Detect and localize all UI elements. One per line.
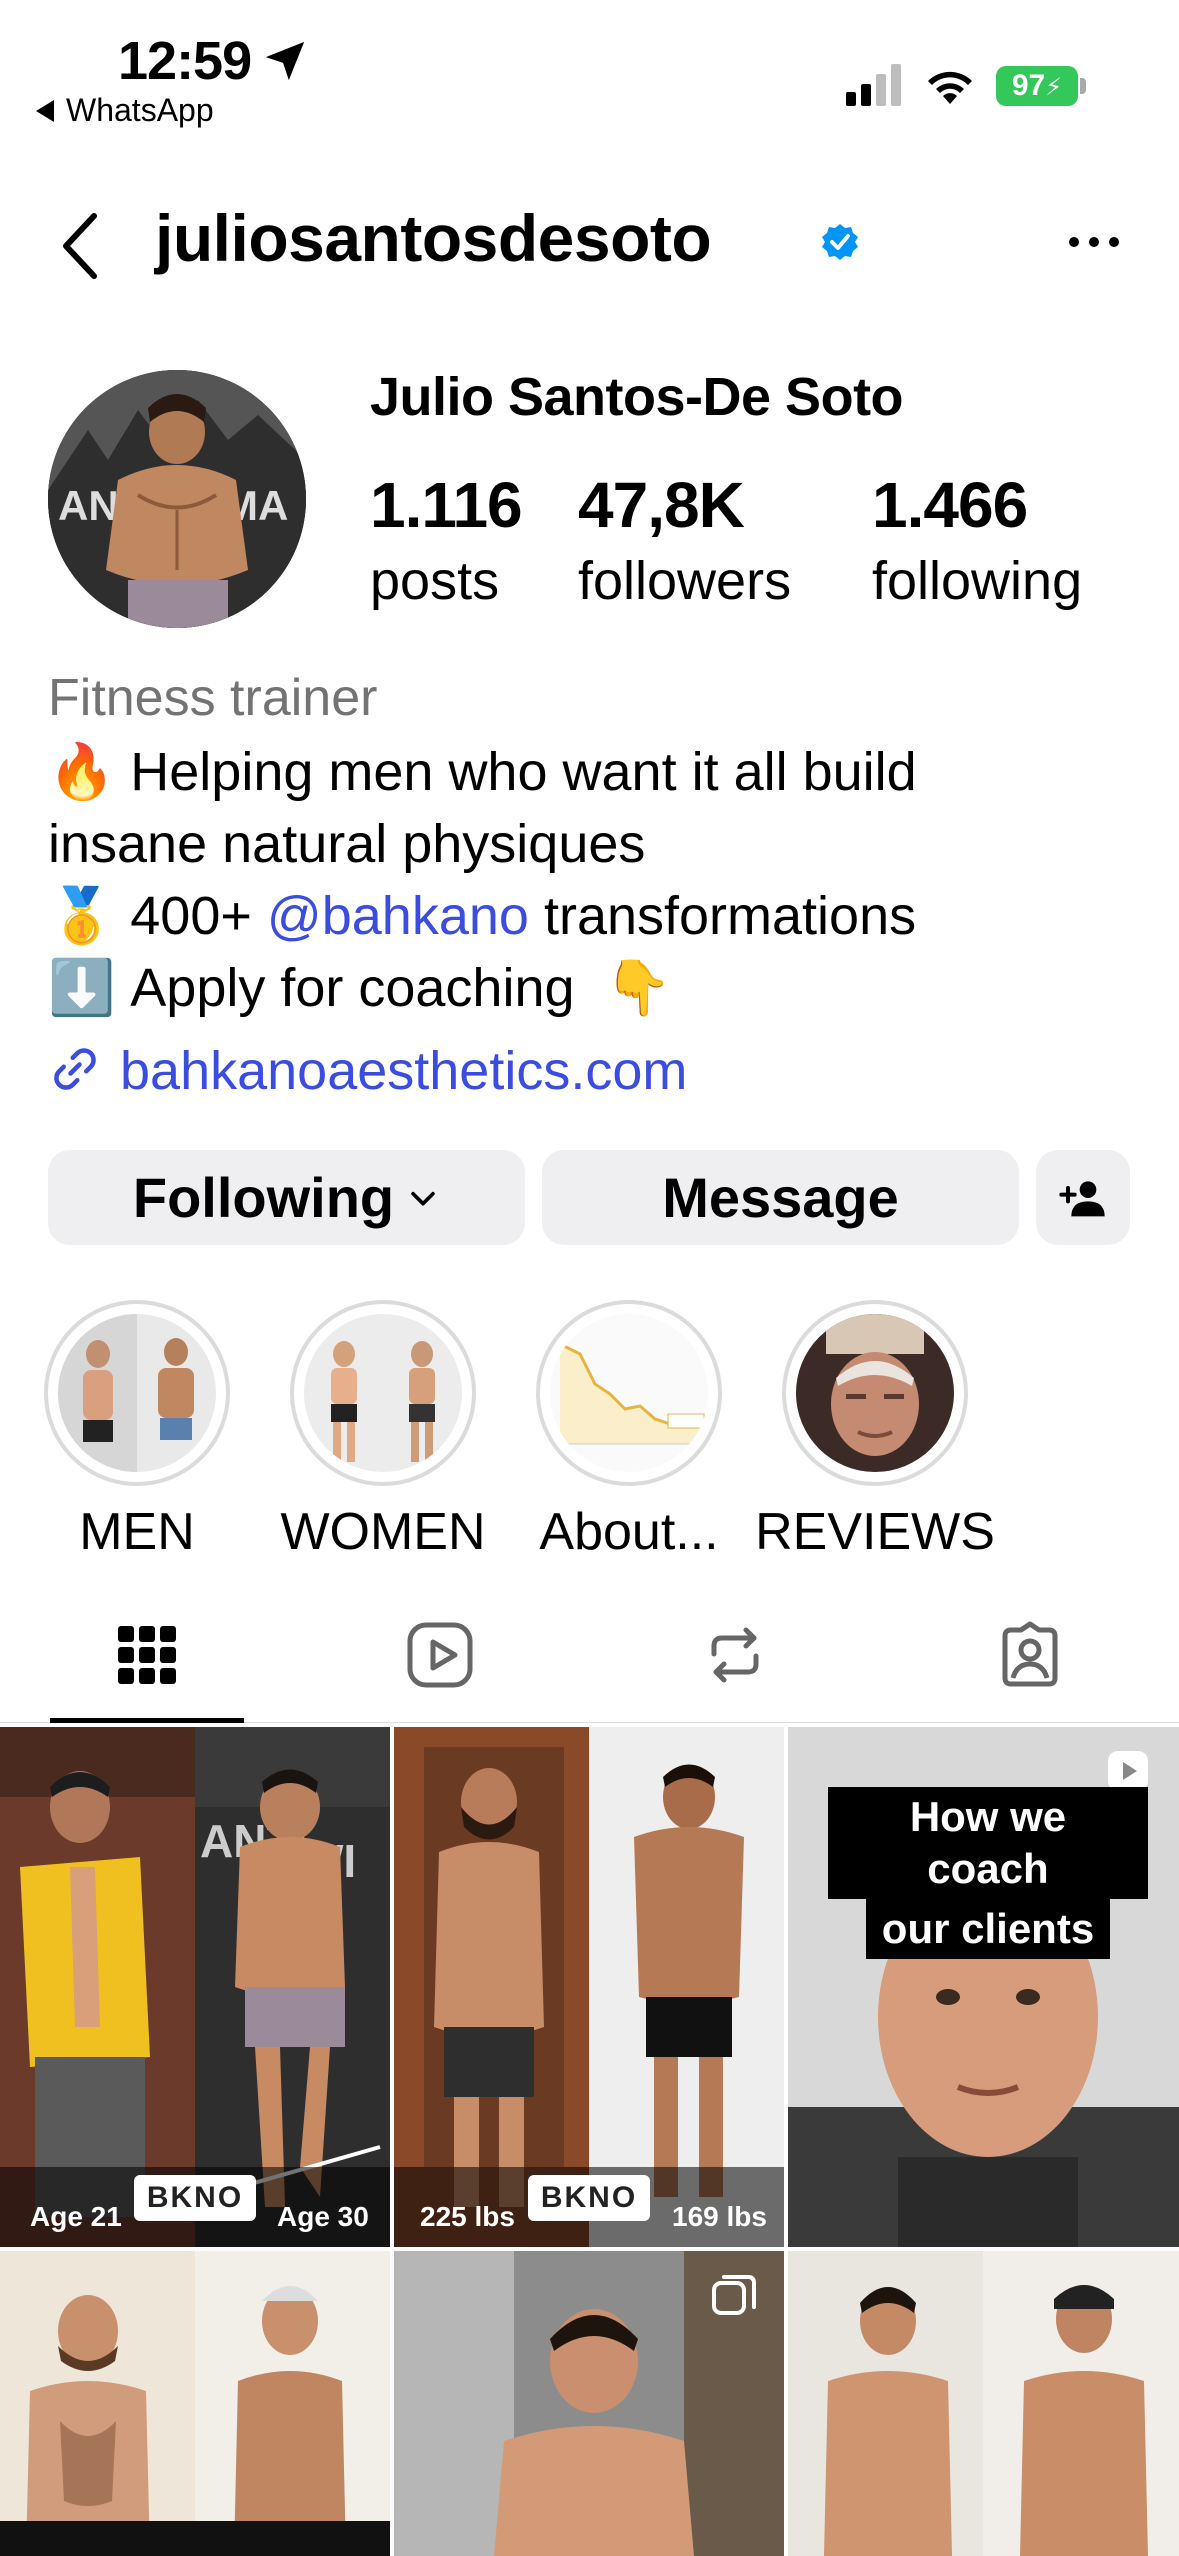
bio-line-1: 🔥 Helping men who want it all build — [48, 736, 917, 808]
highlight-men[interactable]: MEN — [42, 1300, 232, 1561]
post-tile-5[interactable] — [394, 2251, 784, 2556]
battery-indicator: 97⚡ — [996, 66, 1078, 106]
highlight-thumbnail — [550, 1314, 708, 1472]
profile-username: juliosantosdesoto — [155, 201, 712, 275]
message-button-label: Message — [662, 1166, 899, 1229]
more-horizontal-icon[interactable] — [1068, 232, 1120, 252]
add-person-icon — [1059, 1180, 1105, 1216]
bio-text-4: Apply for coaching — [130, 958, 575, 1018]
highlight-label: WOMEN — [280, 1503, 486, 1561]
reel-caption: How we coach our clients — [828, 1787, 1148, 1959]
profile-avatar[interactable]: ANTI MA — [48, 370, 306, 628]
post-image: ANTI WI — [0, 1727, 390, 2247]
grid-icon[interactable] — [112, 1620, 182, 1690]
back-to-app[interactable]: WhatsApp — [36, 92, 214, 129]
highlight-reviews[interactable]: REVIEWS — [755, 1300, 995, 1561]
status-time: 12:59 — [118, 31, 252, 91]
verified-badge-icon — [822, 224, 858, 260]
post-tile-6[interactable] — [788, 2251, 1179, 2556]
profile-category: Fitness trainer — [48, 669, 378, 727]
post-tile-3[interactable]: How we coach our clients — [788, 1727, 1179, 2247]
active-tab-indicator — [50, 1718, 244, 1723]
avatar-photo: ANTI MA — [48, 370, 306, 628]
battery-level: 97 — [1011, 69, 1046, 102]
bio-mention[interactable]: @bahkano — [267, 886, 529, 946]
reel-caption-line-2: our clients — [865, 1899, 1111, 1959]
wifi-icon — [928, 71, 972, 104]
highlight-women[interactable]: WOMEN — [280, 1300, 486, 1561]
posts-count[interactable]: 1.116 — [370, 468, 523, 542]
back-triangle-icon — [36, 99, 54, 122]
carousel-indicator-icon — [712, 2275, 756, 2315]
message-button[interactable]: Message — [542, 1150, 1019, 1245]
post-caption-left: Age 21 — [30, 2201, 122, 2232]
profile-link[interactable]: bahkanoaesthetics.com — [48, 1040, 687, 1102]
highlight-label: REVIEWS — [755, 1503, 995, 1561]
following-button[interactable]: Following — [48, 1150, 525, 1245]
following-count[interactable]: 1.466 — [872, 468, 1028, 542]
point-down-emoji: 👇 — [604, 956, 672, 1019]
post-image — [0, 2251, 390, 2556]
following-label[interactable]: following — [872, 550, 1082, 612]
following-button-label: Following — [132, 1166, 395, 1229]
highlight-thumbnail — [796, 1314, 954, 1472]
back-chevron-icon[interactable] — [58, 210, 102, 282]
post-tile-4[interactable] — [0, 2251, 390, 2556]
highlight-thumbnail — [58, 1314, 216, 1472]
suggested-people-button[interactable] — [1036, 1150, 1130, 1245]
highlight-thumbnail — [304, 1314, 462, 1472]
bio-text-3-pre: 400+ — [130, 886, 252, 946]
post-tile-1[interactable]: ANTI WI Age 21 Age 30 BKNO — [0, 1727, 390, 2247]
followers-count[interactable]: 47,8K — [578, 468, 745, 542]
bio-line-3: 🥇 400+ @bahkano transformations — [48, 880, 916, 952]
profile-link-text: bahkanoaesthetics.com — [120, 1041, 688, 1101]
reels-icon[interactable] — [405, 1620, 475, 1690]
cellular-signal-icon — [846, 64, 901, 106]
post-caption-right: Age 30 — [277, 2201, 369, 2232]
medal-emoji: 🥇 — [48, 884, 116, 947]
battery-cap — [1080, 78, 1086, 94]
brand-logo: BKNO — [528, 2175, 650, 2221]
post-caption-right: 169 lbs — [672, 2201, 767, 2232]
post-image — [394, 1727, 784, 2247]
brand-logo: BKNO — [134, 2175, 256, 2221]
highlight-about[interactable]: About... — [534, 1300, 724, 1561]
profile-full-name: Julio Santos-De Soto — [370, 367, 904, 427]
highlight-ring — [44, 1300, 230, 1486]
fire-emoji: 🔥 — [48, 740, 116, 803]
post-caption-left: 225 lbs — [420, 2201, 515, 2232]
bio-line-2: insane natural physiques — [48, 808, 645, 880]
back-app-label: WhatsApp — [66, 92, 214, 128]
post-image — [788, 2251, 1179, 2556]
down-arrow-emoji: ⬇️ — [48, 956, 116, 1019]
highlight-ring — [782, 1300, 968, 1486]
bio-line-4: ⬇️ Apply for coaching 👇 — [48, 952, 672, 1024]
bio-text-2: insane natural physiques — [48, 814, 646, 874]
highlight-label: About... — [539, 1503, 719, 1561]
bio-text-3-post: transformations — [543, 886, 917, 946]
location-arrow-icon — [265, 41, 305, 81]
followers-label[interactable]: followers — [578, 550, 791, 612]
tagged-icon[interactable] — [995, 1620, 1065, 1690]
link-icon — [54, 1047, 96, 1090]
post-tile-2[interactable]: 225 lbs 169 lbs BKNO — [394, 1727, 784, 2247]
highlight-label: MEN — [79, 1503, 195, 1561]
bio-text-1: Helping men who want it all build — [130, 742, 917, 802]
posts-label[interactable]: posts — [370, 550, 499, 612]
highlight-ring — [290, 1300, 476, 1486]
highlight-ring — [536, 1300, 722, 1486]
reel-caption-line-1: How we coach — [828, 1787, 1148, 1899]
chevron-down-icon — [411, 1191, 435, 1206]
reposts-icon[interactable] — [700, 1620, 770, 1690]
